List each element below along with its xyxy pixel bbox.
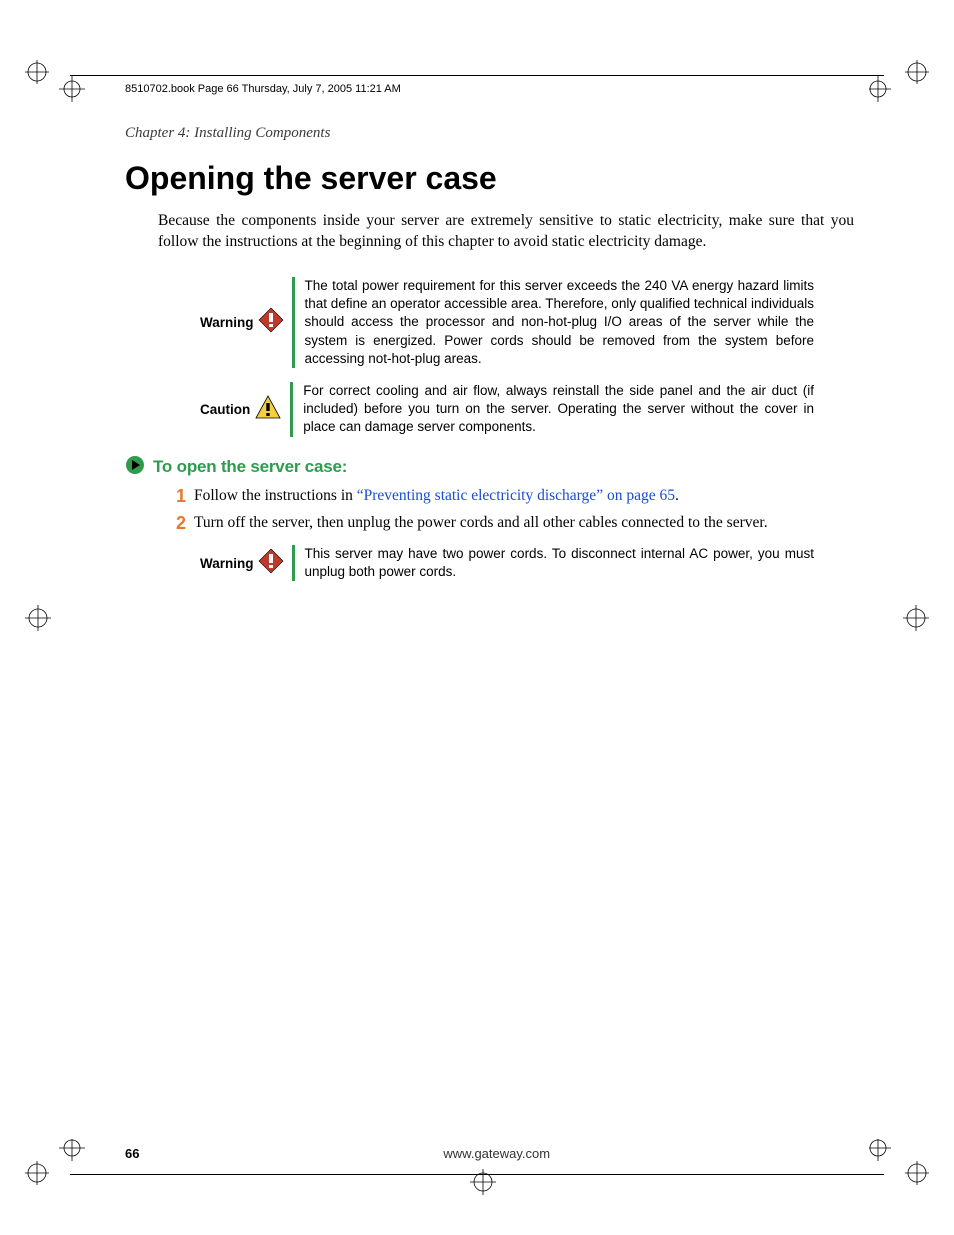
step-text-pre: Turn off the server, then unplug the pow… bbox=[194, 514, 768, 531]
warning-icon bbox=[258, 307, 292, 338]
warning-text: This server may have two power cords. To… bbox=[305, 545, 815, 581]
page-number: 66 bbox=[125, 1146, 139, 1161]
step-1: 1 Follow the instructions in “Preventing… bbox=[162, 486, 854, 508]
warning-callout-cords: Warning This server may have two power c… bbox=[200, 545, 814, 581]
caution-label: Caution bbox=[200, 402, 254, 417]
callout-divider bbox=[292, 545, 295, 581]
chapter-title: Chapter 4: Installing Components bbox=[125, 125, 884, 142]
caution-icon bbox=[254, 394, 290, 425]
step-number: 1 bbox=[162, 486, 194, 508]
step-number: 2 bbox=[162, 513, 194, 535]
printer-mark-mid-left bbox=[25, 605, 51, 631]
footer-url: www.gateway.com bbox=[139, 1146, 854, 1161]
step-2: 2 Turn off the server, then unplug the p… bbox=[162, 513, 854, 535]
warning-text: The total power requirement for this ser… bbox=[305, 277, 815, 368]
warning-icon bbox=[258, 548, 292, 579]
callout-divider bbox=[290, 382, 293, 437]
step-body: Follow the instructions in “Preventing s… bbox=[194, 486, 854, 508]
printer-mark-mid-right bbox=[903, 605, 929, 631]
book-header: 8510702.book Page 66 Thursday, July 7, 2… bbox=[125, 83, 884, 95]
step-text-pre: Follow the instructions in bbox=[194, 487, 357, 504]
warning-label: Warning bbox=[200, 315, 258, 330]
caution-callout-cooling: Caution For correct cooling and air flow… bbox=[200, 382, 814, 437]
page-border-top bbox=[70, 75, 884, 76]
page-title: Opening the server case bbox=[125, 160, 884, 197]
steps-heading-row: To open the server case: bbox=[125, 455, 884, 480]
cross-reference-link[interactable]: “Preventing static electricity discharge… bbox=[357, 487, 675, 504]
play-icon bbox=[125, 455, 145, 480]
intro-paragraph: Because the components inside your serve… bbox=[158, 211, 854, 253]
callout-divider bbox=[292, 277, 295, 368]
warning-label: Warning bbox=[200, 556, 258, 571]
page-border-bottom bbox=[70, 1174, 884, 1175]
warning-callout-power: Warning The total power requirement for … bbox=[200, 277, 814, 368]
step-body: Turn off the server, then unplug the pow… bbox=[194, 513, 854, 535]
steps-heading: To open the server case: bbox=[153, 457, 347, 477]
caution-text: For correct cooling and air flow, always… bbox=[303, 382, 814, 437]
page-footer: 66 www.gateway.com bbox=[125, 1146, 854, 1161]
step-text-post: . bbox=[675, 487, 679, 504]
